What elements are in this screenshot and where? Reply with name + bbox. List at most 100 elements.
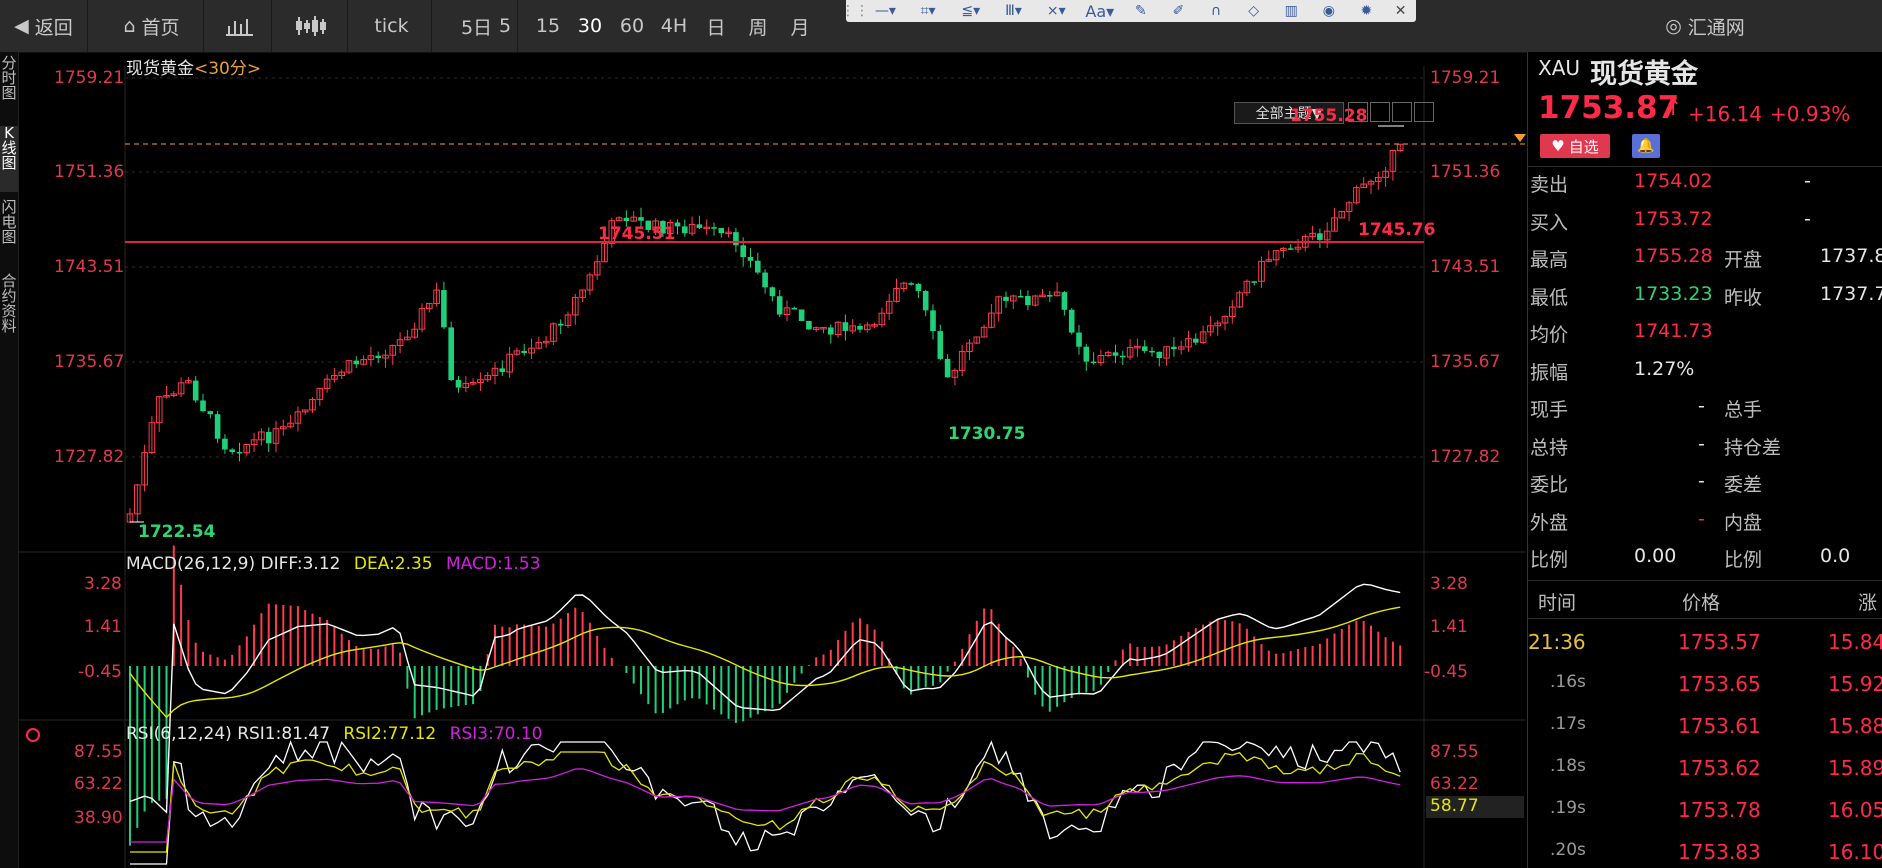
candle: [711, 227, 717, 229]
price-axis-label: 1735.67: [54, 352, 125, 372]
trade-price: 1753.78: [1678, 798, 1761, 822]
layout-play-icon[interactable]: [1392, 102, 1412, 122]
rsi-axis-label: 38.90: [74, 808, 123, 828]
quote-label: 均价: [1530, 324, 1569, 346]
close-icon[interactable]: ✕: [1385, 0, 1416, 22]
quote-value: 1754.02: [1634, 170, 1713, 192]
chart-area[interactable]: 现货黄金<30分> 全部主题▼ 1759.21 1751.36 1743.51 …: [18, 52, 1526, 868]
trade-price: 1753.61: [1678, 714, 1761, 738]
candle: [375, 355, 381, 358]
rsi-axis-label: 87.55: [74, 742, 123, 762]
candle: [1193, 338, 1199, 343]
candle: [1068, 309, 1075, 333]
line-tool-icon[interactable]: —▾: [864, 0, 907, 22]
period-15-button[interactable]: 15: [530, 0, 566, 52]
trade-time: 21:36: [1528, 630, 1586, 654]
quote-value: 1737.7: [1820, 282, 1882, 305]
eraser-icon[interactable]: ◇: [1235, 0, 1273, 22]
quote-value: -: [1698, 432, 1705, 455]
candle: [740, 245, 746, 257]
quote-value: 1737.8: [1820, 245, 1882, 267]
tab-contract-info[interactable]: 合约资料: [0, 274, 18, 362]
quote-label: 振幅: [1530, 361, 1569, 384]
candle: [1061, 292, 1068, 310]
candle: [915, 283, 922, 291]
candle: [265, 431, 272, 444]
trade-time: .18s: [1550, 756, 1586, 776]
macd-axis-label-right: 1.41: [1430, 617, 1468, 637]
price-mark: 1730.75: [948, 424, 1026, 444]
period-month-button[interactable]: 月: [782, 0, 818, 52]
candle: [214, 414, 221, 439]
up-arrow-icon: ↑: [1664, 96, 1683, 121]
macd-header: MACD(26,12,9) DIFF:3.12 DEA:2.35 MACD:1.…: [126, 554, 541, 574]
candle: [791, 307, 798, 310]
candle: [1017, 295, 1024, 298]
tab-kline[interactable]: K线图: [0, 126, 18, 192]
trade-price: 1753.57: [1678, 630, 1761, 654]
tab-timeshare[interactable]: 分时图: [0, 56, 18, 122]
candle: [696, 224, 703, 228]
candle: [857, 325, 863, 330]
trade-change: 15.88: [1828, 714, 1882, 738]
settings-dot-icon[interactable]: [26, 728, 40, 742]
price-axis-label: 1751.36: [54, 162, 125, 182]
candle: [207, 411, 214, 415]
tab-flash[interactable]: 闪电图: [0, 200, 18, 266]
pattern-tool-icon[interactable]: ⨯▾: [1035, 0, 1078, 22]
period-60-button[interactable]: 60: [614, 0, 650, 52]
quote-value: 1755.28: [1634, 245, 1713, 267]
price-axis-label-right: 1743.51: [1430, 257, 1501, 277]
trash-icon[interactable]: ▥: [1272, 0, 1310, 22]
rsi-axis-label-right: 63.22: [1430, 774, 1479, 794]
macd-axis-label: 1.41: [84, 617, 122, 637]
drag-handle-icon[interactable]: ⋮⋮: [841, 0, 869, 22]
eye-icon[interactable]: ◉: [1310, 0, 1348, 22]
price-axis-label-right: 1735.67: [1430, 352, 1501, 372]
home-button[interactable]: ⌂ 首页: [100, 0, 204, 52]
bell-icon[interactable]: 🔔: [1632, 134, 1660, 158]
back-button[interactable]: ◀ 返回: [0, 0, 88, 52]
candle-chart-button[interactable]: [276, 0, 348, 52]
candle: [192, 380, 199, 401]
rect-tool-icon[interactable]: ⌗▾: [907, 0, 950, 22]
pen-icon[interactable]: ✐: [1160, 0, 1198, 22]
quote-value: -: [1698, 507, 1705, 530]
trade-change: 16.10: [1828, 840, 1882, 864]
candle: [930, 310, 936, 332]
text-tool-icon[interactable]: ≦▾: [949, 0, 992, 22]
ruler-icon[interactable]: ✎: [1122, 0, 1160, 22]
fib-tool-icon[interactable]: Ⅲ▾: [992, 0, 1035, 22]
layout-expand-icon[interactable]: [1414, 102, 1434, 122]
kline-canvas[interactable]: [18, 52, 1526, 868]
macd-histogram: [129, 545, 1402, 846]
layout-split-icon[interactable]: [1370, 102, 1390, 122]
drawing-toolbar: ⋮⋮ —▾ ⌗▾ ≦▾ Ⅲ▾ ⨯▾ Aa ▾ ✎ ✐ ∩ ◇ ▥ ◉ ✹ ✕: [841, 0, 1416, 22]
gear-icon[interactable]: ✹: [1348, 0, 1386, 22]
low-price-mark: 1722.54: [138, 522, 216, 542]
volume-chart-button[interactable]: [208, 0, 272, 52]
quote-label: 内盘: [1724, 511, 1763, 534]
rsi-current-badge: 58.77: [1426, 796, 1524, 818]
quote-value: -: [1804, 170, 1811, 192]
tick-button[interactable]: tick: [352, 0, 432, 52]
period-30-button[interactable]: 30: [572, 0, 608, 52]
font-tool-button[interactable]: Aa ▾: [1078, 0, 1122, 22]
candle: [762, 272, 768, 288]
candle: [842, 322, 849, 331]
candle: [755, 260, 761, 273]
trade-time: .20s: [1550, 840, 1586, 860]
price-axis-label: 1743.51: [54, 257, 125, 277]
watchlist-button[interactable]: ♥ 自选: [1540, 134, 1610, 158]
period-5-button[interactable]: 5: [488, 0, 522, 52]
period-day-button[interactable]: 日: [698, 0, 734, 52]
period-4h-button[interactable]: 4H: [656, 0, 692, 52]
magnet-icon[interactable]: ∩: [1197, 0, 1235, 22]
brand-link[interactable]: ◎ 汇通网: [1640, 0, 1770, 52]
price-marker-icon: [1514, 134, 1526, 142]
quote-value: -: [1698, 470, 1705, 492]
period-week-button[interactable]: 周: [740, 0, 776, 52]
candle: [1076, 332, 1082, 347]
bar-chart-icon: [225, 19, 253, 36]
trade-time: .17s: [1550, 714, 1586, 734]
